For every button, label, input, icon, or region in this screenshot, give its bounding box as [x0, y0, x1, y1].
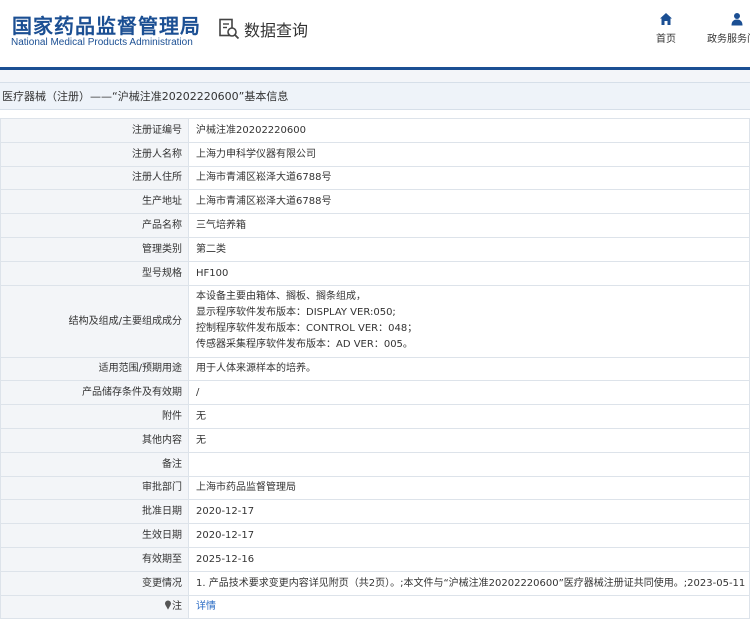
table-row: 注册人名称 上海力申科学仪器有限公司	[0, 141, 750, 167]
field-label: 管理类别	[0, 236, 189, 262]
field-label: 生效日期	[0, 523, 189, 548]
field-label: 附件	[0, 404, 189, 429]
field-value: HF100	[188, 260, 750, 286]
record-detail-table: 注册证编号 沪械注准20202220600 注册人名称 上海力申科学仪器有限公司…	[0, 118, 750, 620]
pin-icon	[165, 600, 171, 611]
note-label-cell: 注	[0, 594, 189, 620]
field-value: 第二类	[188, 236, 750, 262]
table-row: 附件 无	[0, 404, 750, 429]
field-value-multiline: 本设备主要由箱体、搁板、搁条组成， 显示程序软件发布版本：DISPLAY VER…	[188, 284, 750, 358]
table-row: 型号规格 HF100	[0, 260, 750, 286]
field-value: 1. 产品技术要求变更内容详见附页（共2页）。;本文件与“沪械注准2020222…	[188, 570, 750, 596]
table-row: 变更情况 1. 产品技术要求变更内容详见附页（共2页）。;本文件与“沪械注准20…	[0, 570, 750, 596]
table-row: 有效期至 2025-12-16	[0, 546, 750, 572]
table-row: 注 详情	[0, 594, 750, 620]
field-label: 产品名称	[0, 213, 189, 238]
field-label: 注册人名称	[0, 141, 189, 167]
field-value: 沪械注准20202220600	[188, 118, 750, 143]
user-icon	[731, 13, 743, 26]
header-band	[0, 70, 750, 82]
nav-service-portal-label: 政务服务门户	[707, 34, 750, 45]
table-row: 注册人住所 上海市青浦区崧泽大道6788号	[0, 165, 750, 191]
table-row: 结构及组成/主要组成成分 本设备主要由箱体、搁板、搁条组成， 显示程序软件发布版…	[0, 284, 750, 358]
field-label: 变更情况	[0, 570, 189, 596]
logo-chinese[interactable]: 国家药品监督管理局	[12, 10, 201, 39]
field-label: 注	[172, 601, 182, 613]
field-value: 上海力申科学仪器有限公司	[188, 141, 750, 167]
field-value: 2020-12-17	[188, 523, 750, 548]
record-title-bar: 医疗器械（注册）——“沪械注准20202220600”基本信息	[0, 82, 750, 110]
data-query-link[interactable]: 数据查询	[218, 17, 308, 41]
field-label: 审批部门	[0, 475, 189, 501]
table-row: 产品储存条件及有效期 /	[0, 380, 750, 406]
record-title: 医疗器械（注册）——“沪械注准20202220600”基本信息	[2, 90, 289, 103]
composition-line: 传感器采集程序软件发布版本：AD VER：005。	[196, 339, 413, 351]
table-row: 产品名称 三气培养箱	[0, 213, 750, 238]
field-label: 备注	[0, 451, 189, 477]
field-label: 适用范围/预期用途	[0, 356, 189, 382]
logo-english[interactable]: National Medical Products Administration	[11, 37, 193, 48]
details-link[interactable]: 详情	[196, 601, 216, 612]
field-label: 结构及组成/主要组成成分	[0, 284, 189, 358]
field-value: 2025-12-16	[188, 546, 750, 572]
field-label: 生产地址	[0, 189, 189, 215]
field-value: 无	[188, 427, 750, 453]
nav-home-label: 首页	[656, 34, 676, 45]
field-label: 批准日期	[0, 499, 189, 525]
home-icon	[660, 13, 672, 25]
field-value-cell: 详情	[188, 594, 750, 620]
field-value: 上海市青浦区崧泽大道6788号	[188, 165, 750, 191]
field-value: /	[188, 380, 750, 406]
site-header: 国家药品监督管理局 National Medical Products Admi…	[0, 0, 750, 66]
table-row: 批准日期 2020-12-17	[0, 499, 750, 525]
table-row: 生效日期 2020-12-17	[0, 523, 750, 548]
nav-home[interactable]: 首页	[656, 12, 676, 45]
field-label: 注册证编号	[0, 118, 189, 143]
table-row: 适用范围/预期用途 用于人体来源样本的培养。	[0, 356, 750, 382]
field-value: 三气培养箱	[188, 213, 750, 238]
field-value	[188, 451, 750, 477]
document-search-icon	[219, 18, 240, 40]
field-label: 其他内容	[0, 427, 189, 453]
composition-line: 显示程序软件发布版本：DISPLAY VER:050;	[196, 307, 396, 319]
table-row: 生产地址 上海市青浦区崧泽大道6788号	[0, 189, 750, 215]
field-label: 型号规格	[0, 260, 189, 286]
table-row: 备注	[0, 451, 750, 477]
data-query-label: 数据查询	[244, 21, 309, 40]
nav-service-portal[interactable]: 政务服务门户	[707, 12, 750, 45]
composition-line: 控制程序软件发布版本：CONTROL VER：048；	[196, 323, 418, 335]
table-row: 注册证编号 沪械注准20202220600	[0, 118, 750, 143]
table-row: 审批部门 上海市药品监督管理局	[0, 475, 750, 501]
field-value: 无	[188, 404, 750, 429]
field-value: 上海市青浦区崧泽大道6788号	[188, 189, 750, 215]
table-row: 其他内容 无	[0, 427, 750, 453]
field-value: 上海市药品监督管理局	[188, 475, 750, 501]
field-label: 有效期至	[0, 546, 189, 572]
table-row: 管理类别 第二类	[0, 236, 750, 262]
field-label: 产品储存条件及有效期	[0, 380, 189, 406]
field-value: 2020-12-17	[188, 499, 750, 525]
field-label: 注册人住所	[0, 165, 189, 191]
composition-line: 本设备主要由箱体、搁板、搁条组成，	[196, 291, 366, 303]
field-value: 用于人体来源样本的培养。	[188, 356, 750, 382]
